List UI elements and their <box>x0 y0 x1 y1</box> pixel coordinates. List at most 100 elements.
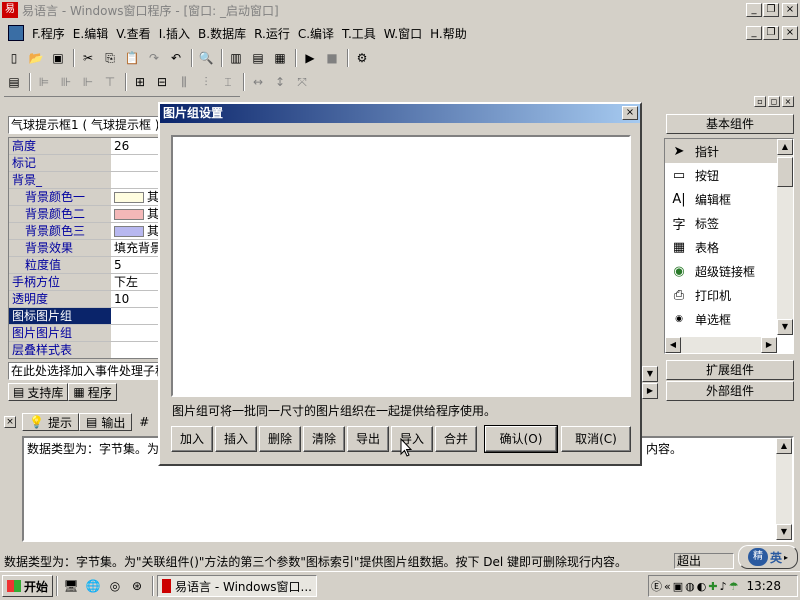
component-hyperlink[interactable]: ◉ 超级链接框 <box>665 259 793 283</box>
debug-icon[interactable]: ⚙ <box>352 48 372 68</box>
clear-button[interactable]: 清除 <box>303 426 345 452</box>
minimize-button[interactable]: _ <box>746 3 762 17</box>
run-icon[interactable]: ▶ <box>300 48 320 68</box>
menu-compile[interactable]: C.编译 <box>294 25 338 42</box>
align-right-icon[interactable]: ⊩ <box>78 72 98 92</box>
property-row-selected[interactable]: 图标图片组 <box>9 308 159 325</box>
grid-icon[interactable]: ▤ <box>4 72 24 92</box>
tray-ime-icon[interactable]: Ⓔ <box>651 578 662 594</box>
component-pointer[interactable]: ➤ 指针 <box>665 139 777 163</box>
taskbar-task-elang[interactable]: 易语言 - Windows窗口... <box>157 575 318 597</box>
cancel-button[interactable]: 取消(C) <box>561 426 631 452</box>
width-icon[interactable]: ↔ <box>248 72 268 92</box>
dialog-close-button[interactable]: × <box>622 106 638 120</box>
property-row[interactable]: 高度 26 <box>9 138 159 155</box>
paste-icon[interactable]: 📋 <box>122 48 142 68</box>
quicklaunch-media-icon[interactable]: ◎ <box>105 576 125 596</box>
space-v-icon[interactable]: ⫶ <box>196 72 216 92</box>
find-icon[interactable]: 🔍 <box>196 48 216 68</box>
mdi-close-button[interactable]: × <box>782 26 798 40</box>
component-label[interactable]: 字标签 <box>665 211 793 235</box>
output-close-button[interactable]: × <box>4 416 16 428</box>
space-h-icon[interactable]: ⫼ <box>174 72 194 92</box>
layout2-icon[interactable]: ▤ <box>248 48 268 68</box>
layout1-icon[interactable]: ▥ <box>226 48 246 68</box>
property-row[interactable]: 背景颜色三其 <box>9 223 159 240</box>
object-selector[interactable]: 气球提示框1 ( 气球提示框 ) <box>8 116 160 134</box>
new-icon[interactable]: ▯ <box>4 48 24 68</box>
external-components-header[interactable]: 外部组件 <box>666 381 794 401</box>
component-button[interactable]: ▭ 按钮 <box>665 163 793 187</box>
tray-clock[interactable]: 13:28 <box>746 579 781 593</box>
ime-indicator[interactable]: 精 英 ▸ <box>738 545 798 569</box>
component-radio[interactable]: ◉ 单选框 <box>665 307 793 331</box>
layout3-icon[interactable]: ▦ <box>270 48 290 68</box>
panel-close-button[interactable]: × <box>782 96 794 107</box>
property-row[interactable]: 背景颜色一其 <box>9 189 159 206</box>
center-v-icon[interactable]: ⊟ <box>152 72 172 92</box>
component-table[interactable]: ▦ 表格 <box>665 235 793 259</box>
center-h-icon[interactable]: ⊞ <box>130 72 150 92</box>
property-row[interactable]: 背景效果 填充背景 <box>9 240 159 257</box>
merge-button[interactable]: 合并 <box>435 426 477 452</box>
property-row[interactable]: 图片图片组 <box>9 325 159 342</box>
tab-output[interactable]: ▤ 输出 <box>78 413 133 431</box>
undo-icon[interactable]: ↶ <box>166 48 186 68</box>
editor-scroll-right[interactable]: ▶ <box>642 383 658 399</box>
component-list-hscroll[interactable]: ◀ ▶ <box>665 337 777 353</box>
delete-button[interactable]: 删除 <box>259 426 301 452</box>
align-left-icon[interactable]: ⊫ <box>34 72 54 92</box>
panel-min-button[interactable]: ▫ <box>754 96 766 107</box>
menu-run[interactable]: R.运行 <box>250 25 294 42</box>
menu-view[interactable]: V.查看 <box>112 25 154 42</box>
both-icon[interactable]: ⤧ <box>292 72 312 92</box>
menu-window[interactable]: W.窗口 <box>380 25 426 42</box>
ok-button[interactable]: 确认(O) <box>484 425 558 453</box>
quicklaunch-browser-icon[interactable]: ⊛ <box>127 576 147 596</box>
watch-icon[interactable]: # <box>134 412 154 432</box>
tray-app-icon[interactable]: ◐ <box>697 580 707 593</box>
tray-volume-icon[interactable]: ♪ <box>720 580 727 593</box>
same-size-icon[interactable]: ⌶ <box>218 72 238 92</box>
panel-max-button[interactable]: ◻ <box>768 96 780 107</box>
tray-network-icon[interactable]: ▣ <box>673 580 683 593</box>
tray-plus-icon[interactable]: ✚ <box>708 580 717 593</box>
tab-support-library[interactable]: ▤ 支持库 <box>8 383 69 401</box>
tray-expand-icon[interactable]: « <box>664 580 671 593</box>
basic-components-header[interactable]: 基本组件 <box>666 114 794 134</box>
component-printer[interactable]: ⎙ 打印机 <box>665 283 793 307</box>
component-list-vscroll[interactable]: ▲ ▼ <box>777 139 793 335</box>
insert-button[interactable]: 插入 <box>215 426 257 452</box>
extended-components-header[interactable]: 扩展组件 <box>666 360 794 380</box>
property-row[interactable]: 粒度值 5 <box>9 257 159 274</box>
event-selector[interactable]: 在此处选择加入事件处理子程序 <box>8 362 160 380</box>
menu-insert[interactable]: I.插入 <box>155 25 194 42</box>
start-button[interactable]: 开始 <box>2 575 54 597</box>
export-button[interactable]: 导出 <box>347 426 389 452</box>
menu-program[interactable]: F.程序 <box>28 25 69 42</box>
tab-hint[interactable]: 💡 提示 <box>22 413 79 431</box>
property-row[interactable]: 透明度 10 <box>9 291 159 308</box>
component-editbox[interactable]: A| 编辑框 <box>665 187 793 211</box>
align-top-icon[interactable]: ⊤ <box>100 72 120 92</box>
open-icon[interactable]: 📂 <box>26 48 46 68</box>
editor-scroll-down[interactable]: ▼ <box>642 366 658 382</box>
copy-icon[interactable]: ⎘ <box>100 48 120 68</box>
quicklaunch-desktop-icon[interactable]: 🖥 <box>61 576 81 596</box>
property-row[interactable]: 背景_ <box>9 172 159 189</box>
tray-shield-icon[interactable]: ◍ <box>685 580 695 593</box>
menu-database[interactable]: B.数据库 <box>194 25 250 42</box>
cut-icon[interactable]: ✂ <box>78 48 98 68</box>
menu-tools[interactable]: T.工具 <box>338 25 380 42</box>
align-center-icon[interactable]: ⊪ <box>56 72 76 92</box>
tray-umbrella-icon[interactable]: ☂ <box>729 580 739 593</box>
save-icon[interactable]: ▣ <box>48 48 68 68</box>
property-row[interactable]: 背景颜色二其 <box>9 206 159 223</box>
import-button[interactable]: 导入 <box>391 426 433 452</box>
mdi-restore-button[interactable]: ❐ <box>763 26 779 40</box>
property-row[interactable]: 手柄方位 下左 <box>9 274 159 291</box>
add-button[interactable]: 加入 <box>171 426 213 452</box>
menu-help[interactable]: H.帮助 <box>426 25 471 42</box>
height-icon[interactable]: ↕ <box>270 72 290 92</box>
mdi-minimize-button[interactable]: _ <box>746 26 762 40</box>
